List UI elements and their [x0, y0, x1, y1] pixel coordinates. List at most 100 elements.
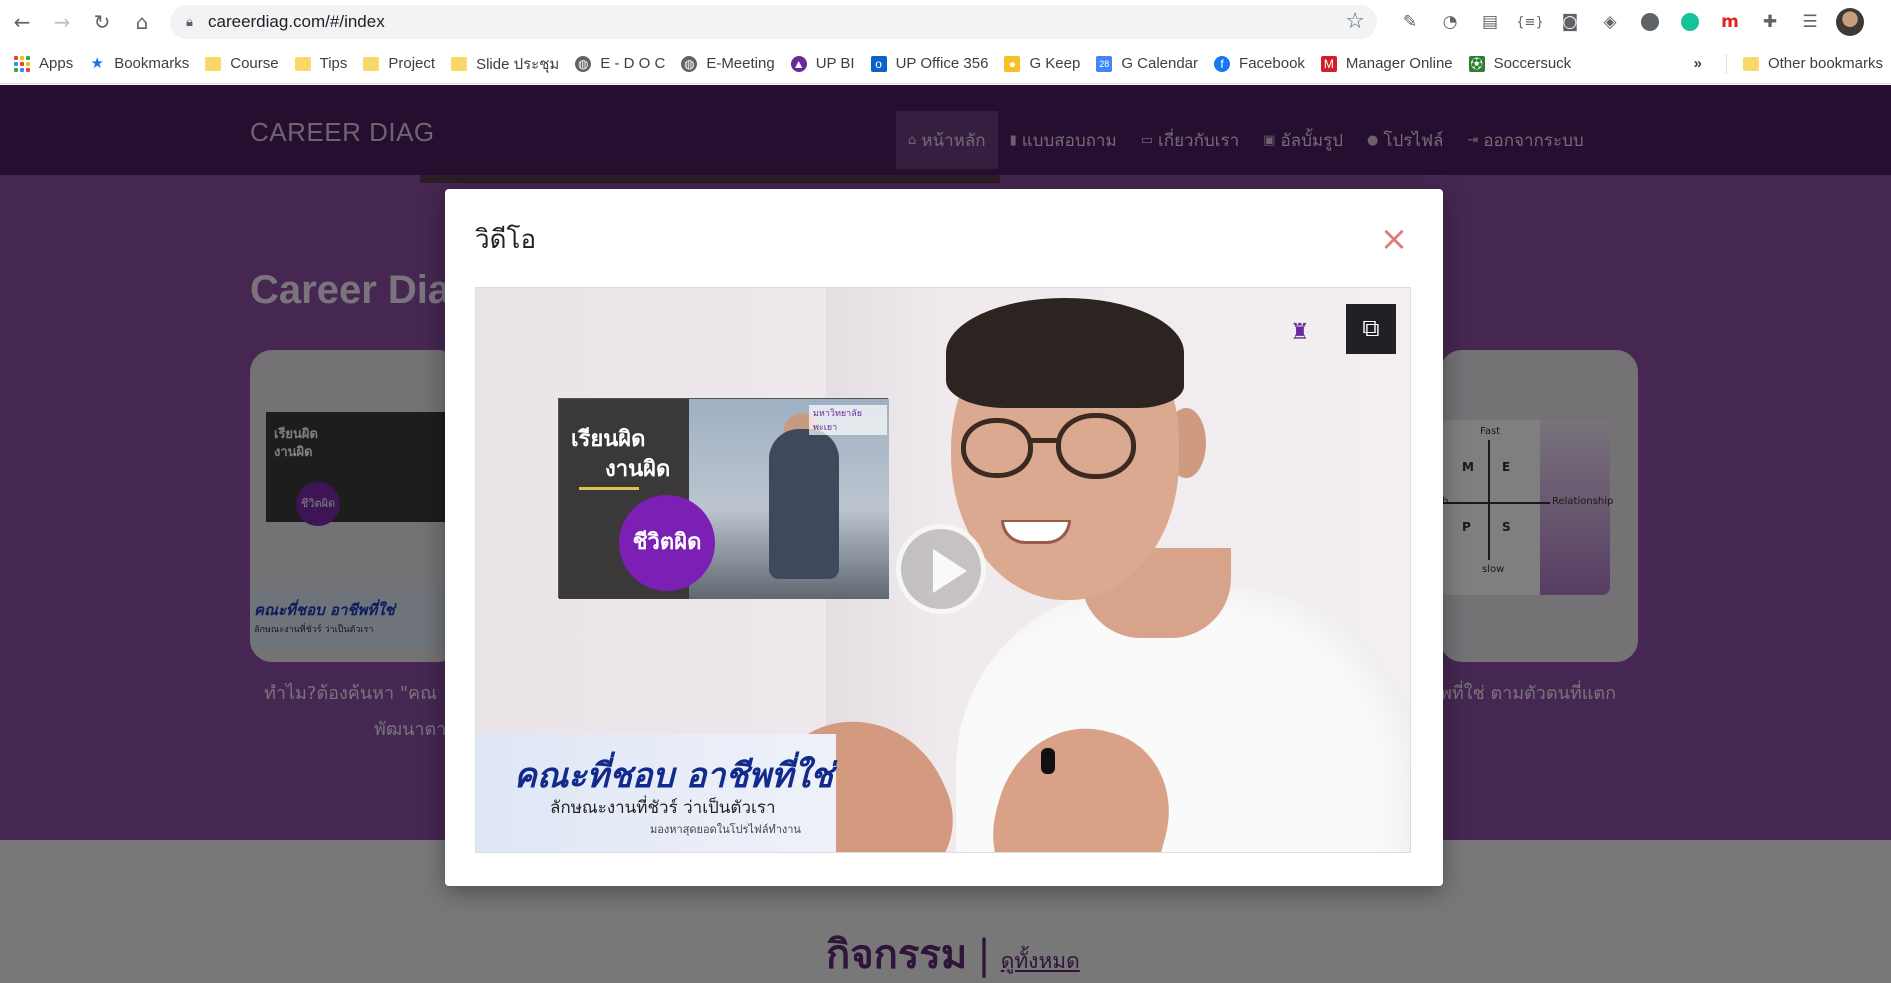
bookmark-gkeep[interactable]: ● G Keep — [996, 48, 1088, 80]
back-button[interactable]: ← — [2, 0, 42, 44]
poster-man-body — [769, 429, 839, 579]
doc-extension-icon[interactable]: ▤ — [1473, 5, 1507, 39]
folder-icon — [1742, 56, 1759, 71]
folder-icon — [451, 56, 468, 71]
profile-avatar[interactable] — [1833, 5, 1867, 39]
home-icon: ⌂ — [135, 10, 149, 34]
up-bi-icon: ▲ — [790, 55, 807, 72]
bookmark-edoc[interactable]: ◍ E - D O C — [567, 48, 673, 80]
apps-grid-icon — [14, 55, 30, 72]
bookmark-bookmarks[interactable]: ★ Bookmarks — [81, 48, 197, 80]
reload-icon: ↻ — [93, 10, 111, 34]
browser-toolbar: ← → ↻ ⌂ 🔒︎ careerdiag.com/#/index ☆ ✎ ◔ … — [0, 0, 1891, 44]
json-extension-icon[interactable]: {≡} — [1513, 5, 1547, 39]
bookmarks-bar: Apps ★ Bookmarks Course Tips Project Sli… — [0, 44, 1891, 84]
bookmark-tips[interactable]: Tips — [287, 48, 356, 80]
presenter-hair — [946, 298, 1184, 408]
play-button[interactable] — [896, 524, 986, 614]
outlook-icon: o — [870, 55, 887, 72]
bookmark-star-icon[interactable]: ☆ — [1345, 9, 1365, 34]
poster-line-2: งานผิด — [605, 457, 671, 482]
bookmark-label: UP Office 356 — [895, 55, 989, 72]
reload-button[interactable]: ↻ — [82, 0, 122, 44]
manager-online-icon: M — [1320, 55, 1337, 72]
bookmark-upbi[interactable]: ▲ UP BI — [783, 48, 863, 80]
soccersuck-icon: ⚽︎ — [1468, 55, 1485, 72]
bookmark-label: E - D O C — [600, 55, 666, 72]
arrow-right-icon: → — [53, 10, 71, 34]
arrow-left-icon: ← — [13, 10, 31, 34]
lightbulb-extension-icon[interactable]: ◔ — [1433, 5, 1467, 39]
keep-extension-icon[interactable]: ◈ — [1593, 5, 1627, 39]
banner-title-a: คณะที่ชอบ — [514, 756, 675, 796]
glasses-left-lens — [961, 418, 1033, 478]
folder-icon — [294, 56, 311, 71]
url-text[interactable]: careerdiag.com/#/index — [208, 12, 385, 32]
bookmark-label: Project — [388, 55, 436, 72]
lapel-mic — [1041, 748, 1055, 774]
chevron-double-right-icon: » — [1693, 55, 1702, 72]
bookmark-course[interactable]: Course — [197, 48, 286, 80]
video-inset-poster: มหาวิทยาลัยพะเยา เรียนผิด งานผิด ชีวิตผิ… — [558, 398, 889, 599]
forward-button[interactable]: → — [42, 0, 82, 44]
bookmark-upoffice[interactable]: o UP Office 356 — [863, 48, 997, 80]
banner-subtitle: ลักษณะงานที่ชัวร์ ว่าเป็นตัวเรา — [550, 798, 776, 818]
bookmark-label: Course — [230, 55, 279, 72]
avatar — [1836, 8, 1864, 36]
keep-icon: ● — [1004, 55, 1021, 72]
banner-small-text: มองหาสุดยอดในโปรไฟล์ทำงาน — [650, 823, 801, 836]
star-icon: ★ — [90, 54, 104, 72]
folder-icon — [363, 56, 380, 71]
address-bar[interactable]: 🔒︎ careerdiag.com/#/index ☆ — [170, 5, 1377, 39]
play-icon — [933, 549, 967, 593]
banner-title-b: อาชีพที่ใช่ — [674, 756, 833, 796]
bookmarks-divider — [1725, 53, 1727, 74]
glasses-bridge — [1031, 438, 1059, 443]
reading-list-icon[interactable]: ☰ — [1793, 5, 1827, 39]
video-modal: วิดีโอ × มหาวิทยาลัยพะเยา เรียนผิด งานผิ… — [445, 189, 1443, 886]
globe-icon: ◍ — [575, 55, 592, 72]
bookmark-slide[interactable]: Slide ประชุม — [443, 48, 567, 80]
close-icon[interactable]: × — [1378, 222, 1410, 256]
bookmark-soccersuck[interactable]: ⚽︎ Soccersuck — [1461, 48, 1580, 80]
bookmark-label: G Keep — [1029, 55, 1081, 72]
bookmark-label: Slide ประชุม — [476, 55, 560, 73]
bookmark-label: Tips — [319, 55, 348, 72]
bookmark-label: UP BI — [815, 55, 855, 72]
open-external-icon[interactable]: ⧉ — [1346, 304, 1396, 354]
poster-underline — [579, 487, 639, 490]
facebook-icon: f — [1214, 55, 1231, 72]
puzzle-extensions-icon[interactable]: ✚ — [1753, 5, 1787, 39]
bookmark-label: E-Meeting — [706, 55, 775, 72]
bookmark-manager[interactable]: M Manager Online — [1313, 48, 1461, 80]
poster-circle: ชีวิตผิด — [619, 495, 715, 591]
bookmark-label: Other bookmarks — [1767, 55, 1883, 72]
bookmark-facebook[interactable]: f Facebook — [1206, 48, 1313, 80]
video-lower-banner: คณะที่ชอบ อาชีพที่ใช่ ลักษณะงานที่ชัวร์ … — [476, 734, 836, 852]
bookmark-label: Facebook — [1239, 55, 1305, 72]
grammarly-extension-icon[interactable] — [1673, 5, 1707, 39]
video-player[interactable]: มหาวิทยาลัยพะเยา เรียนผิด งานผิด ชีวิตผิ… — [475, 287, 1411, 853]
bookmark-other[interactable]: Other bookmarks — [1735, 48, 1891, 80]
folder-icon — [205, 56, 222, 71]
bookmarks-overflow-button[interactable]: » — [1678, 48, 1718, 80]
bookmark-label: Soccersuck — [1493, 55, 1572, 72]
bookmark-label: Bookmarks — [114, 55, 190, 72]
glasses-right-lens — [1056, 413, 1136, 479]
m-extension-icon[interactable]: m — [1713, 5, 1747, 39]
pen-extension-icon[interactable]: ✎ — [1393, 5, 1427, 39]
bookmark-label: G Calendar — [1121, 55, 1199, 72]
bookmark-label: Apps — [39, 55, 74, 72]
bookmark-project[interactable]: Project — [355, 48, 443, 80]
bookmark-gcalendar[interactable]: 28 G Calendar — [1088, 48, 1206, 80]
bookmark-emeeting[interactable]: ◍ E-Meeting — [673, 48, 782, 80]
globe-icon: ◍ — [681, 55, 698, 72]
circle-extension-icon[interactable] — [1633, 5, 1667, 39]
bookmark-apps[interactable]: Apps — [6, 48, 81, 80]
camera-extension-icon[interactable]: ◙ — [1553, 5, 1587, 39]
extensions-bar: ✎ ◔ ▤ {≡} ◙ ◈ m ✚ ☰ — [1393, 0, 1867, 44]
modal-title: วิดีโอ — [475, 225, 537, 255]
poster-logo: มหาวิทยาลัยพะเยา — [809, 405, 887, 435]
bookmark-label: Manager Online — [1345, 55, 1453, 72]
home-button[interactable]: ⌂ — [122, 0, 162, 44]
